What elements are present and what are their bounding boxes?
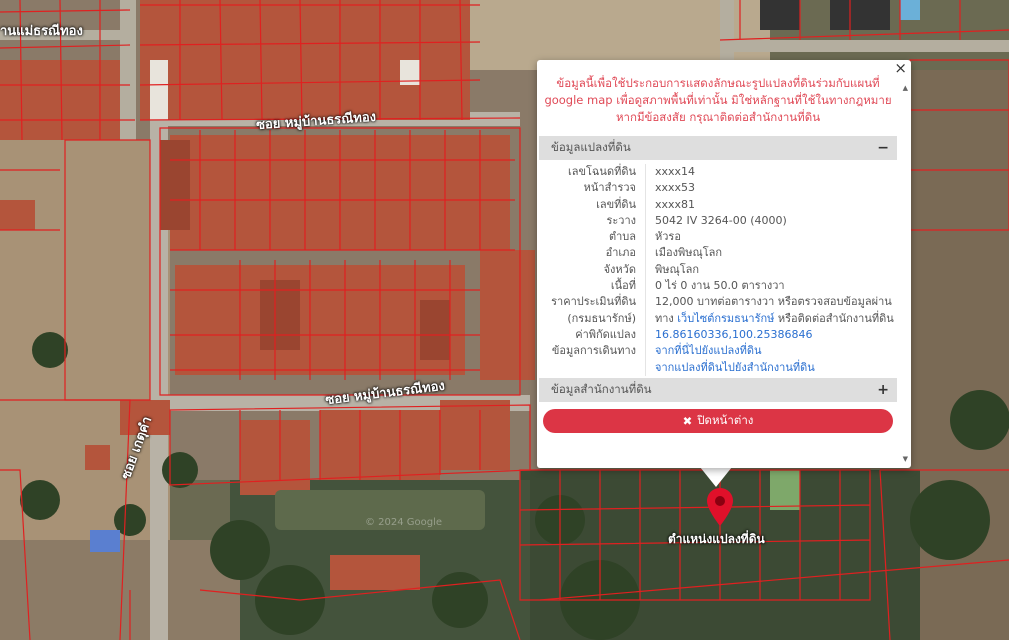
row-label: อำเภอ — [605, 246, 636, 260]
row-label: ระวาง — [606, 213, 636, 227]
table-row: เลขโฉนดที่ดิน xxxx14 — [537, 164, 899, 181]
table-row: เลขที่ดิน xxxx81 — [537, 196, 899, 213]
coordinates-link[interactable]: 16.86160336,100.25386846 — [655, 328, 812, 341]
close-button-label: ปิดหน้าต่าง — [697, 412, 754, 427]
disclaimer-text: ข้อมูลนี้เพื่อใช้ประกอบการแสดงลักษณะรูปแ… — [544, 76, 892, 124]
row-label: เลขโฉนดที่ดิน — [568, 165, 636, 178]
section-header-office[interactable]: ข้อมูลสำนักงานที่ดิน + — [539, 377, 897, 402]
map-pin-icon[interactable] — [706, 487, 734, 527]
table-row: จังหวัด พิษณุโลก — [537, 261, 899, 279]
table-row: ระวาง 5042 IV 3264-00 (4000) — [537, 212, 899, 230]
row-label-sub: (กรมธนารักษ์) — [567, 311, 636, 325]
popup-arrow — [700, 467, 732, 487]
row-value: หัวรอ — [655, 230, 681, 244]
row-label: เลขที่ดิน — [596, 197, 636, 211]
scroll-down-arrow-icon[interactable]: ▼ — [903, 455, 908, 463]
table-row: หน้าสำรวจ xxxx53 — [537, 180, 899, 197]
section-title: ข้อมูลสำนักงานที่ดิน — [551, 381, 652, 396]
road-label-corner: านแม่ธรณีทอง — [0, 24, 83, 39]
row-value: 12,000 บาทต่อตารางวา หรือตรวจสอบข้อมูลผ่… — [655, 295, 892, 309]
expand-icon[interactable]: + — [877, 382, 889, 398]
row-value: พิษณุโลก — [655, 262, 700, 276]
scroll-up-arrow-icon[interactable]: ▲ — [903, 84, 908, 92]
parcel-info-popup: × ▲ ▼ ข้อมูลนี้เพื่อใช้ประกอบการแสดงลักษ… — [537, 60, 911, 468]
map-watermark: © 2024 Google — [365, 517, 443, 528]
table-row: ข้อมูลการเดินทาง จากที่นี่ไปยังแปลงที่ดิ… — [537, 343, 899, 376]
row-value-prefix: ทาง — [655, 311, 678, 325]
table-row: อำเภอ เมืองพิษณุโลก — [537, 245, 899, 262]
popup-content[interactable]: ข้อมูลนี้เพื่อใช้ประกอบการแสดงลักษณะรูปแ… — [537, 72, 899, 464]
row-value: 5042 IV 3264-00 (4000) — [655, 213, 787, 227]
row-label: หน้าสำรวจ — [583, 181, 636, 195]
section-header-parcel[interactable]: ข้อมูลแปลงที่ดิน − — [539, 136, 897, 160]
section-title: ข้อมูลแปลงที่ดิน — [551, 140, 631, 154]
directions-to-office-link[interactable]: จากแปลงที่ดินไปยังสำนักงานที่ดิน — [655, 361, 815, 374]
row-value: เมืองพิษณุโลก — [655, 246, 723, 260]
table-row: ค่าพิกัดแปลง 16.86160336,100.25386846 — [537, 326, 899, 344]
row-label: จังหวัด — [603, 262, 636, 276]
row-value: xxxx81 — [655, 197, 696, 211]
row-value: xxxx14 — [655, 165, 696, 178]
collapse-icon[interactable]: − — [877, 140, 889, 156]
row-label: ราคาประเมินที่ดิน — [551, 295, 636, 309]
row-value: 0 ไร่ 0 งาน 50.0 ตารางวา — [655, 279, 785, 293]
close-window-button[interactable]: ✖ ปิดหน้าต่าง — [543, 408, 893, 433]
marker-label: ตำแหน่งแปลงที่ดิน — [668, 532, 765, 546]
row-value: xxxx53 — [655, 181, 696, 195]
row-label: เนื้อที่ — [610, 279, 636, 293]
treasury-website-link[interactable]: เว็บไซต์กรมธนารักษ์ — [677, 312, 774, 325]
parcel-info-table: เลขโฉนดที่ดิน xxxx14 หน้าสำรวจ xxxx53 เล… — [537, 164, 899, 376]
table-row: ราคาประเมินที่ดิน (กรมธนารักษ์) 12,000 บ… — [537, 294, 899, 327]
row-label: ค่าพิกัดแปลง — [575, 327, 636, 341]
close-icon: ✖ — [682, 413, 693, 428]
row-value-suffix: หรือติดต่อสำนักงานที่ดิน — [774, 311, 894, 325]
directions-to-parcel-link[interactable]: จากที่นี่ไปยังแปลงที่ดิน — [655, 344, 761, 357]
row-label: ตำบล — [608, 230, 636, 244]
table-row: ตำบล หัวรอ — [537, 229, 899, 246]
row-label: ข้อมูลการเดินทาง — [551, 344, 636, 358]
table-row: เนื้อที่ 0 ไร่ 0 งาน 50.0 ตารางวา — [537, 278, 899, 295]
